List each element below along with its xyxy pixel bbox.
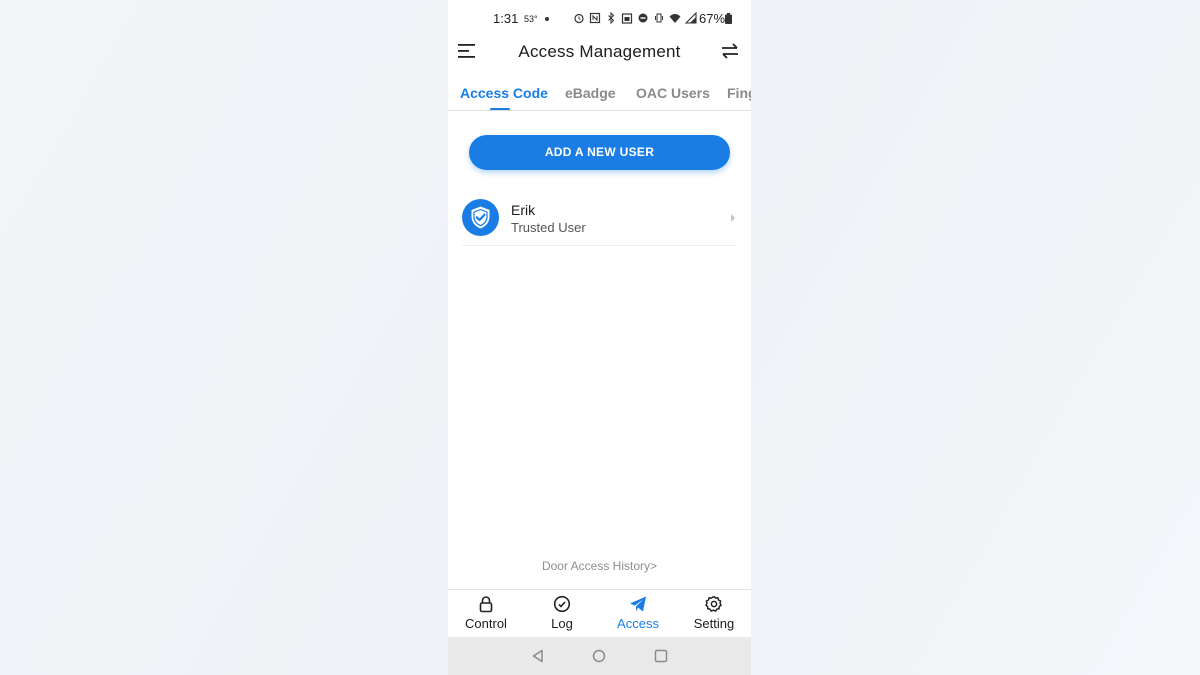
page-title: Access Management xyxy=(518,42,681,61)
send-icon xyxy=(630,596,646,612)
battery-icon xyxy=(725,13,732,24)
nav-item-control[interactable]: Control xyxy=(448,590,524,638)
nfc-icon xyxy=(589,12,601,24)
app-bar: Access Management xyxy=(448,36,751,70)
system-nav-bar xyxy=(448,637,751,675)
nav-label-control: Control xyxy=(465,616,507,631)
door-access-history-link[interactable]: Door Access History> xyxy=(448,559,751,573)
list-item[interactable]: Erik Trusted User xyxy=(462,192,736,246)
bottom-nav: Control Log Access Setting xyxy=(448,589,751,637)
alarm-icon xyxy=(574,13,584,24)
nav-item-access[interactable]: Access xyxy=(600,590,676,638)
calendar-icon xyxy=(621,13,633,24)
shield-check-icon xyxy=(462,199,499,236)
notification-dot xyxy=(545,17,549,21)
phone-screen: 1:31 53° 67% Access Management Access Co… xyxy=(448,0,751,675)
tab-ebadge[interactable]: eBadge xyxy=(565,85,616,101)
status-temperature: 53° xyxy=(524,14,538,24)
tab-access-code[interactable]: Access Code xyxy=(460,85,548,101)
user-role: Trusted User xyxy=(511,220,586,235)
nav-item-log[interactable]: Log xyxy=(524,590,600,638)
tab-fingerprint[interactable]: Fing xyxy=(727,85,751,101)
clock-icon xyxy=(553,595,571,613)
user-name: Erik xyxy=(511,202,536,218)
gear-icon xyxy=(705,595,722,612)
tab-active-indicator xyxy=(490,108,510,110)
home-icon[interactable] xyxy=(592,649,606,663)
do-not-disturb-icon xyxy=(638,13,648,23)
add-user-button[interactable]: ADD A NEW USER xyxy=(469,135,730,170)
wifi-icon xyxy=(669,14,681,23)
status-icons xyxy=(573,12,697,24)
tab-oac-users[interactable]: OAC Users xyxy=(636,85,710,101)
swap-icon[interactable] xyxy=(720,42,740,60)
nav-item-setting[interactable]: Setting xyxy=(676,590,751,638)
back-icon[interactable] xyxy=(531,649,545,663)
bluetooth-icon xyxy=(608,12,615,24)
nav-label-log: Log xyxy=(551,616,573,631)
battery-level: 67% xyxy=(699,11,726,26)
lock-icon xyxy=(479,596,493,613)
status-bar: 1:31 53° 67% xyxy=(448,0,751,38)
nav-label-setting: Setting xyxy=(693,616,735,631)
status-time: 1:31 xyxy=(493,11,519,26)
chevron-right-icon xyxy=(731,214,735,222)
recents-icon[interactable] xyxy=(654,649,668,663)
vibrate-icon xyxy=(655,13,663,23)
tab-bar: Access Code eBadge OAC Users Fing xyxy=(448,78,751,111)
signal-icon xyxy=(685,12,697,24)
nav-label-access: Access xyxy=(617,616,659,631)
